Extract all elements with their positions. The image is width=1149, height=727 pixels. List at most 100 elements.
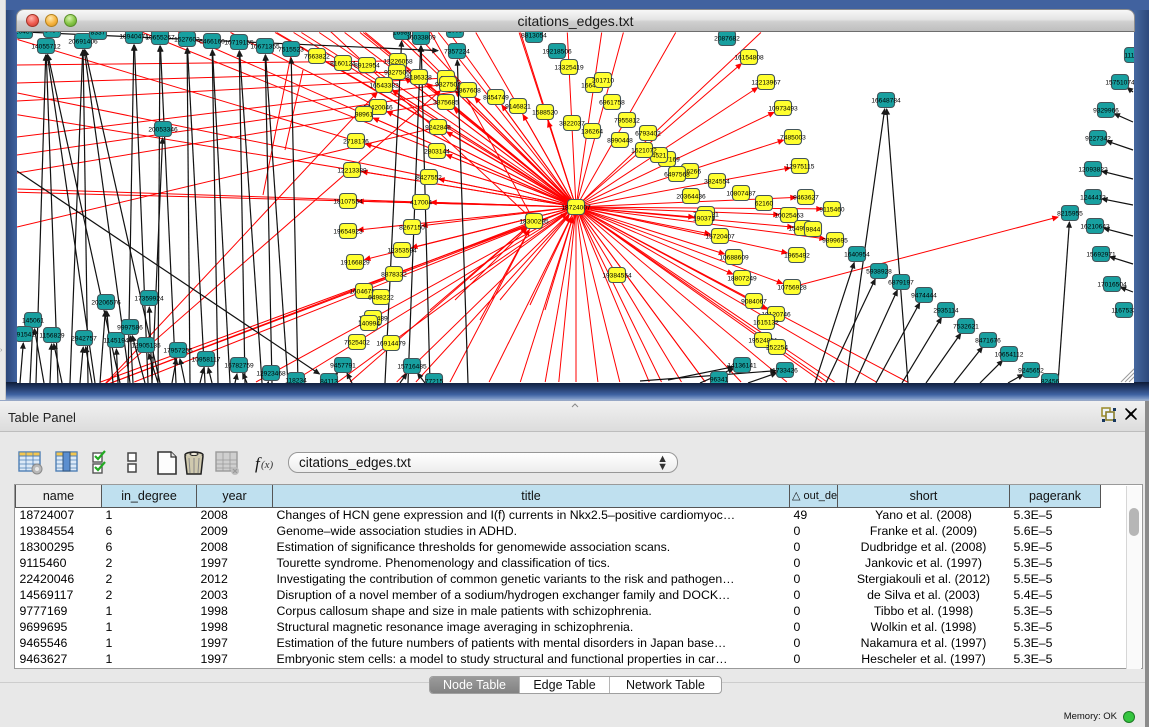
svg-text:7532621: 7532621	[953, 323, 979, 330]
svg-text:9227342: 9227342	[1085, 135, 1111, 142]
svg-text:20206576: 20206576	[91, 299, 121, 306]
svg-text:1167533: 1167533	[1111, 307, 1134, 314]
svg-text:82456: 82456	[1041, 378, 1060, 383]
svg-text:12213967: 12213967	[751, 79, 781, 86]
svg-text:15751074: 15751074	[1105, 79, 1134, 86]
svg-text:140994: 140994	[358, 320, 380, 327]
svg-text:8454749: 8454749	[483, 94, 509, 101]
svg-text:15716485: 15716485	[397, 363, 427, 370]
svg-text:18107554: 18107554	[333, 198, 363, 205]
svg-text:77215: 77215	[425, 378, 444, 383]
svg-text:10958117: 10958117	[192, 356, 221, 363]
svg-text:19654923: 19654923	[333, 228, 363, 235]
svg-text:9084067: 9084067	[741, 298, 767, 305]
svg-text:9329966: 9329966	[1093, 107, 1119, 114]
svg-text:16154808: 16154808	[734, 54, 764, 61]
svg-text:9844: 9844	[806, 226, 821, 233]
svg-text:14055712: 14055712	[31, 43, 61, 50]
svg-text:6466160: 6466160	[199, 38, 225, 45]
svg-text:6498222: 6498222	[368, 294, 394, 301]
svg-text:12923468: 12923468	[256, 370, 286, 377]
svg-text:2718176: 2718176	[343, 138, 369, 145]
svg-text:9997586: 9997586	[117, 324, 143, 331]
svg-text:3824554: 3824554	[704, 178, 730, 185]
svg-text:145061: 145061	[22, 317, 44, 324]
svg-text:10807487: 10807487	[726, 190, 756, 197]
svg-text:118234: 118234	[285, 377, 307, 383]
svg-text:10756928: 10756928	[777, 284, 807, 291]
svg-text:19166829: 19166829	[340, 259, 370, 266]
svg-text:14136141: 14136141	[727, 362, 757, 369]
svg-text:8427552: 8427552	[416, 174, 442, 181]
svg-text:10973493: 10973493	[768, 105, 798, 112]
svg-text:6793402: 6793402	[635, 130, 661, 137]
svg-text:7515523: 7515523	[278, 46, 304, 53]
svg-text:136264: 136264	[581, 128, 603, 135]
svg-text:10688609: 10688609	[719, 254, 749, 261]
svg-text:13325419: 13325419	[554, 64, 584, 71]
svg-text:9899695: 9899695	[822, 237, 848, 244]
svg-text:3822037: 3822037	[559, 120, 585, 127]
svg-text:1527602: 1527602	[174, 36, 200, 43]
svg-text:1615132: 1615132	[753, 319, 779, 326]
svg-text:6961758: 6961758	[599, 99, 625, 106]
svg-text:201710: 201710	[592, 77, 614, 84]
svg-text:7663822: 7663822	[304, 53, 330, 60]
svg-text:8337: 8337	[91, 32, 106, 36]
svg-text:96341: 96341	[710, 376, 729, 383]
svg-text:1965492: 1965492	[784, 252, 810, 259]
svg-text:9457791: 9457791	[330, 362, 356, 369]
svg-text:1588520: 1588520	[532, 109, 558, 116]
svg-text:252254: 252254	[766, 344, 788, 351]
svg-text:9463627: 9463627	[793, 194, 819, 201]
svg-text:8990448: 8990448	[607, 137, 633, 144]
svg-text:8215955: 8215955	[1057, 210, 1083, 217]
svg-text:20487: 20487	[17, 32, 33, 35]
svg-text:6497568: 6497568	[664, 171, 690, 178]
svg-text:12975115: 12975115	[786, 163, 815, 170]
svg-text:7485003: 7485003	[780, 134, 806, 141]
svg-text:8813054: 8813054	[521, 32, 547, 39]
svg-text:16914479: 16914479	[376, 340, 406, 347]
svg-text:(x): (x)	[261, 459, 274, 471]
svg-text:7625402: 7625402	[344, 339, 370, 346]
svg-text:12093822: 12093822	[1078, 166, 1108, 173]
svg-text:19218506: 19218506	[542, 48, 572, 55]
svg-text:8186328: 8186328	[406, 74, 432, 81]
svg-text:62160: 62160	[755, 200, 774, 207]
svg-text:15692971: 15692971	[1086, 251, 1116, 258]
svg-text:16543382: 16543382	[369, 82, 399, 89]
svg-text:8471676: 8471676	[975, 337, 1001, 344]
svg-text:5938928: 5938928	[866, 268, 892, 275]
svg-text:417004: 417004	[410, 199, 432, 206]
svg-text:2367608: 2367608	[455, 87, 481, 94]
svg-text:11123: 11123	[1124, 52, 1134, 59]
svg-text:1733426: 1733426	[772, 367, 798, 374]
svg-text:9464: 9464	[45, 32, 60, 34]
svg-text:17957255: 17957255	[163, 347, 193, 354]
svg-text:15720407: 15720407	[705, 233, 735, 240]
svg-text:10025463: 10025463	[774, 212, 804, 219]
svg-text:9242848: 9242848	[425, 124, 451, 131]
svg-text:391541: 391541	[17, 331, 35, 338]
svg-text:6879197: 6879197	[888, 279, 914, 286]
svg-text:1145194: 1145194	[103, 337, 129, 344]
svg-text:7955812: 7955812	[614, 117, 640, 124]
svg-text:17016504: 17016504	[1097, 281, 1127, 288]
svg-text:190371: 190371	[693, 215, 715, 222]
svg-text:1244413: 1244413	[1080, 194, 1106, 201]
svg-text:20364436: 20364436	[676, 193, 706, 200]
svg-text:16033809: 16033809	[406, 34, 436, 41]
svg-text:10655267: 10655267	[145, 34, 175, 41]
svg-text:8912954: 8912954	[354, 62, 380, 69]
svg-text:19384554: 19384554	[602, 272, 632, 279]
svg-text:2935114: 2935114	[933, 307, 959, 314]
svg-text:3375685: 3375685	[433, 99, 459, 106]
svg-text:2942757: 2942757	[71, 335, 97, 342]
svg-text:10654112: 10654112	[995, 351, 1024, 358]
svg-text:8878332: 8878332	[381, 271, 407, 278]
svg-text:98961: 98961	[355, 111, 374, 118]
svg-text:1156829: 1156829	[39, 332, 65, 339]
svg-text:8160124: 8160124	[330, 60, 356, 67]
svg-text:2803144: 2803144	[424, 148, 450, 155]
